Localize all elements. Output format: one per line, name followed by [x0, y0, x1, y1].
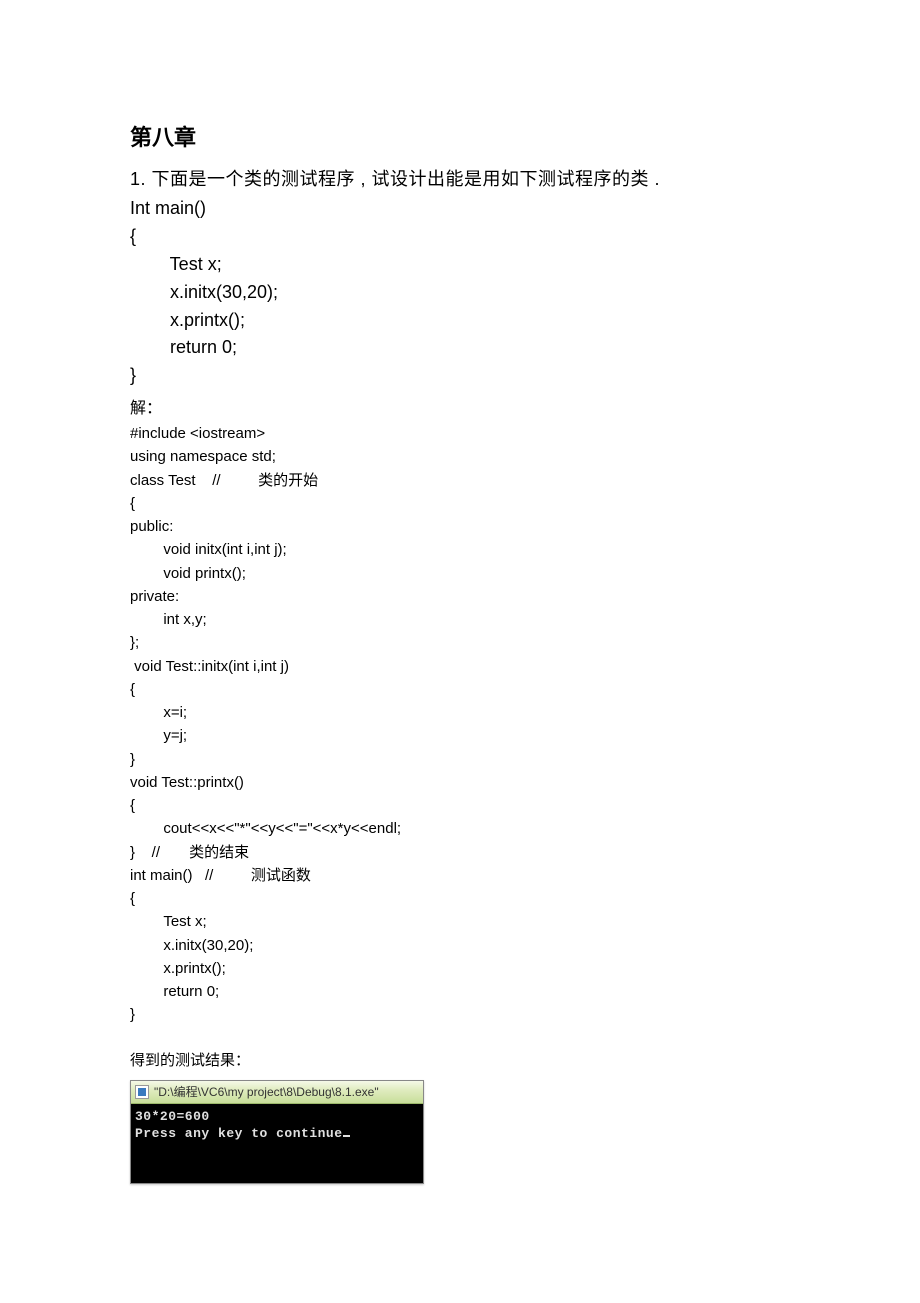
- console-output: 30*20=600 Press any key to continue: [131, 1104, 423, 1183]
- solution-code: #include <iostream> using namespace std;…: [130, 422, 790, 1027]
- main-code-sample: Int main() { Test x; x.initx(30,20); x.p…: [130, 195, 790, 390]
- problem-statement: 1. 下面是一个类的测试程序 , 试设计出能是用如下测试程序的类 .: [130, 166, 790, 193]
- console-app-icon: [135, 1085, 149, 1099]
- console-cursor: [343, 1135, 350, 1137]
- document-page: 第八章 1. 下面是一个类的测试程序 , 试设计出能是用如下测试程序的类 . I…: [0, 0, 920, 1284]
- console-line-2: Press any key to continue: [135, 1126, 343, 1141]
- console-title-text: "D:\编程\VC6\my project\8\Debug\8.1.exe": [154, 1083, 379, 1100]
- solution-label: 解：: [130, 394, 790, 418]
- console-line-1: 30*20=600: [135, 1109, 210, 1124]
- console-window: "D:\编程\VC6\my project\8\Debug\8.1.exe" 3…: [130, 1080, 424, 1184]
- console-titlebar: "D:\编程\VC6\my project\8\Debug\8.1.exe": [131, 1081, 423, 1104]
- chapter-title: 第八章: [130, 120, 790, 152]
- result-label: 得到的测试结果：: [130, 1049, 790, 1070]
